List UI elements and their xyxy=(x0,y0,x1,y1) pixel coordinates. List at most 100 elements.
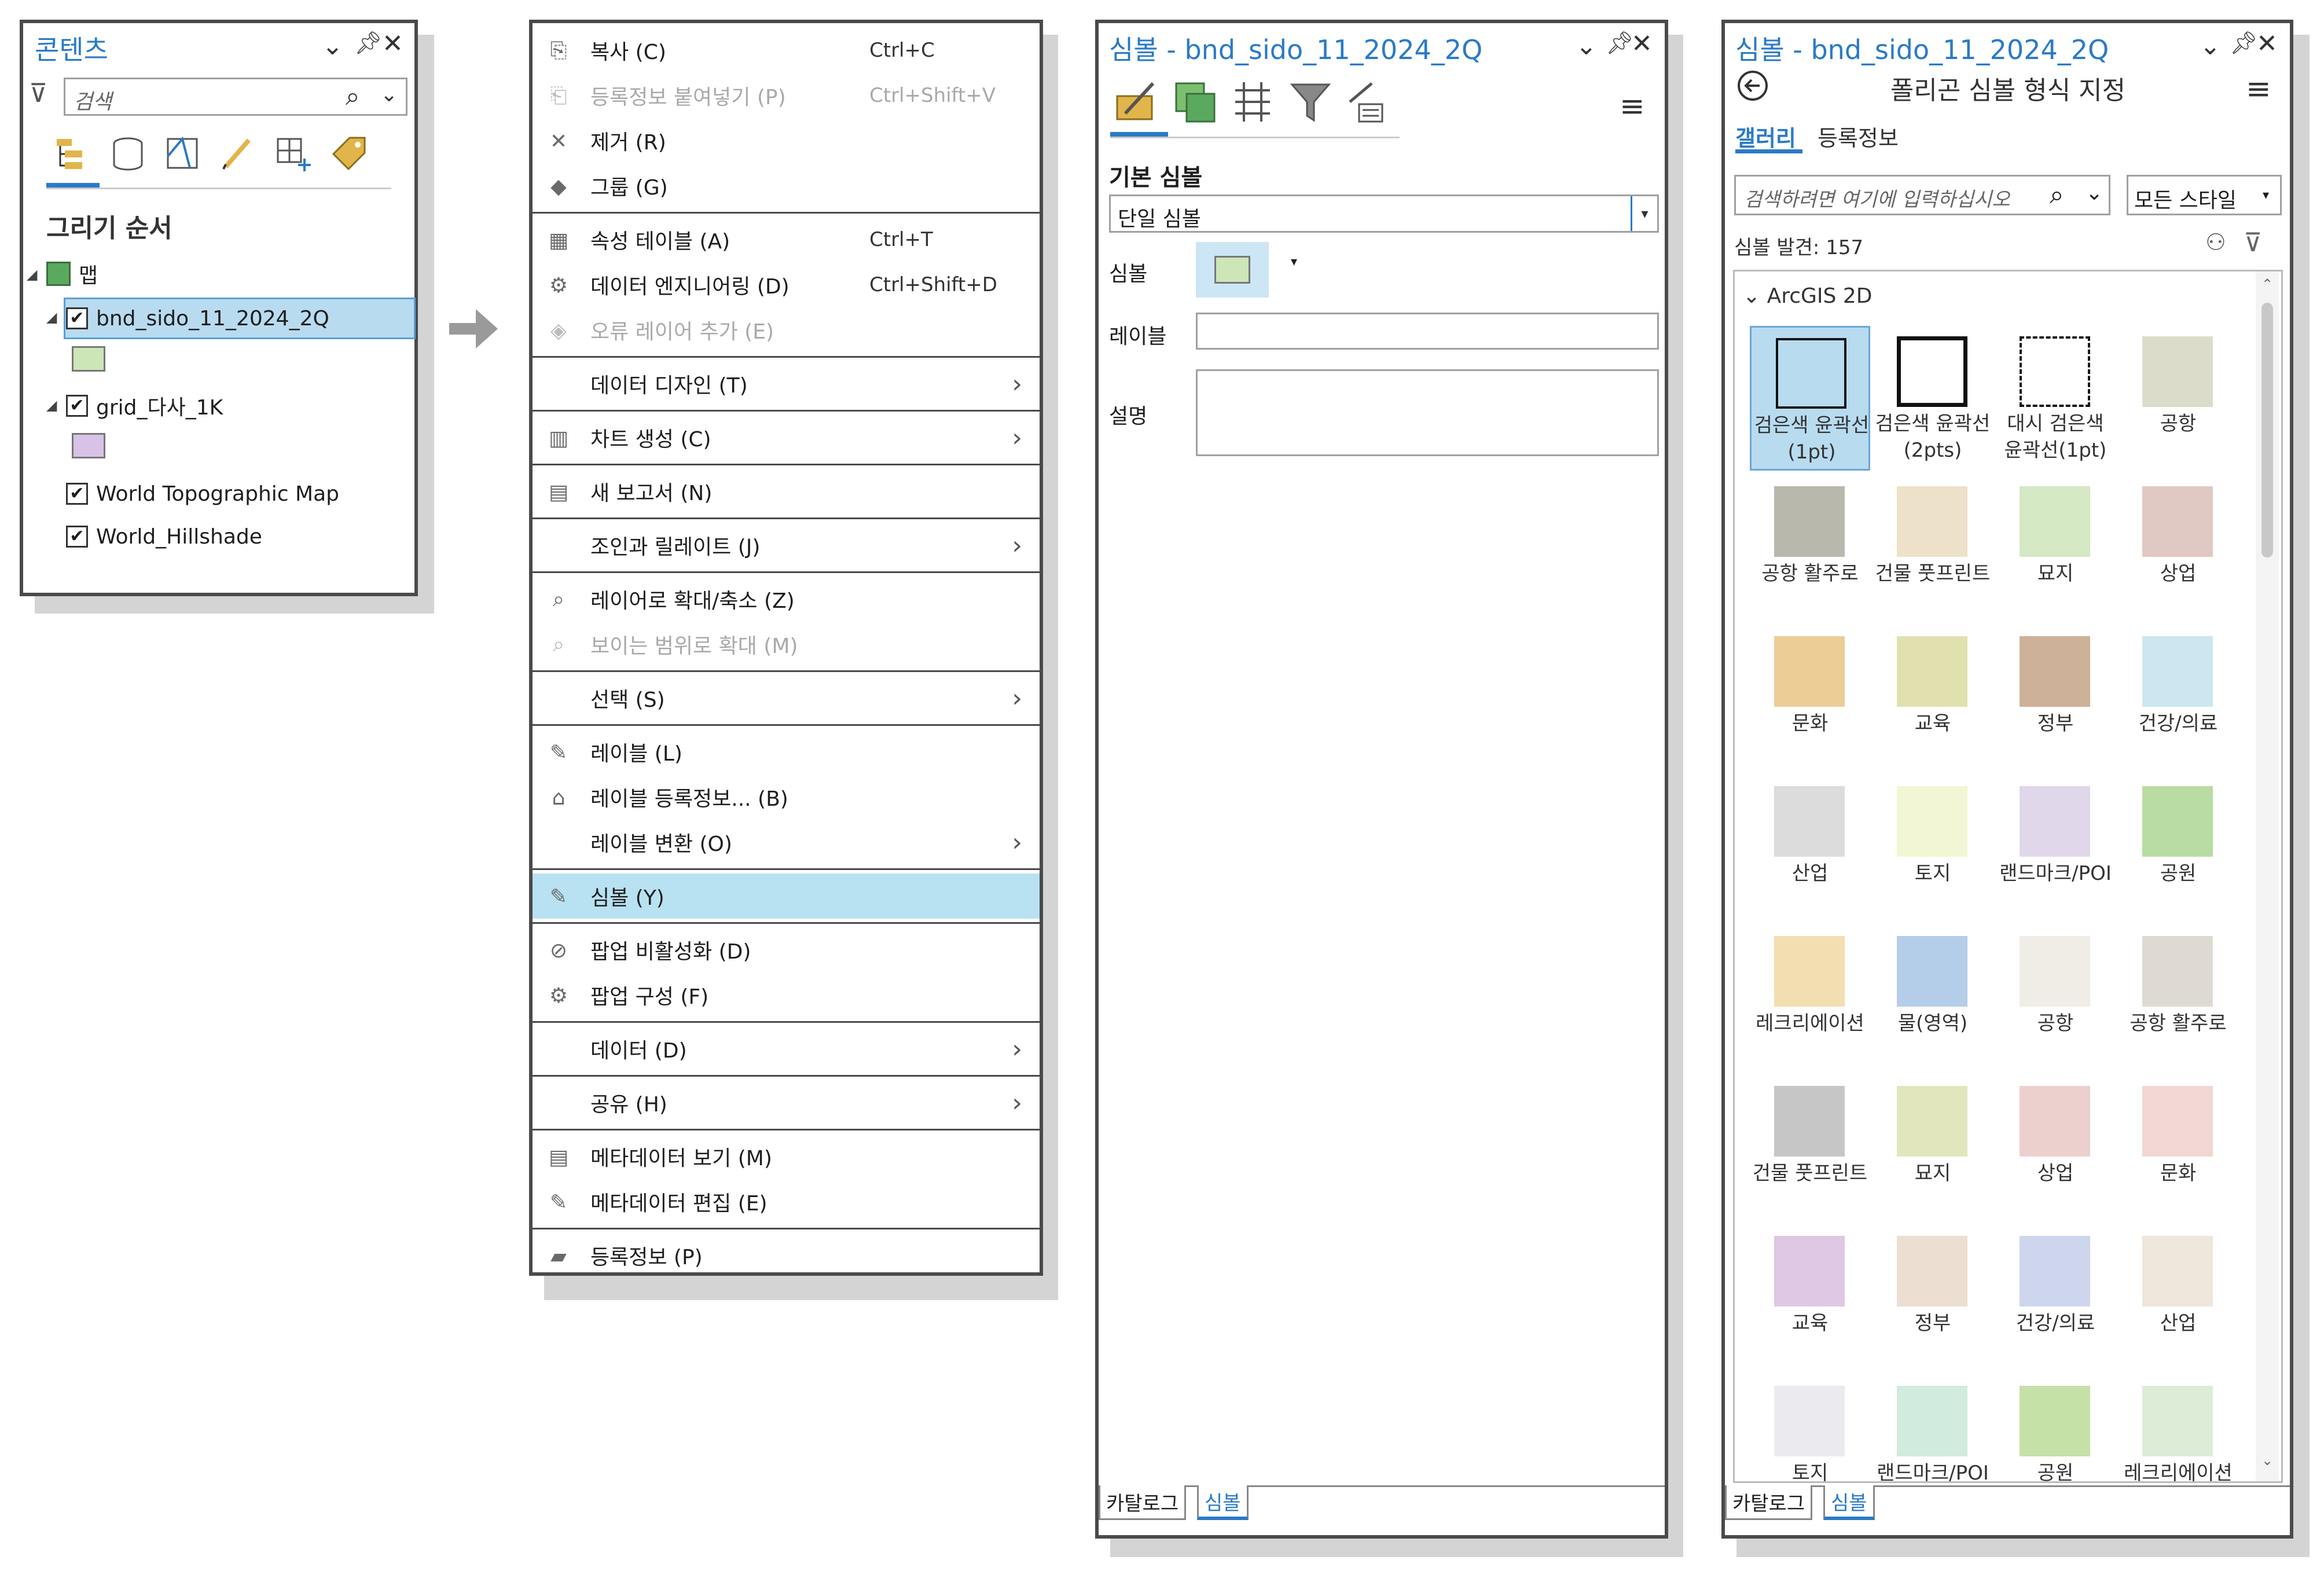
search-icon[interactable]: ⌕ xyxy=(346,82,360,111)
layer-symbol-swatch[interactable] xyxy=(72,346,105,372)
menu-item[interactable]: ⎘ 복사 (C) Ctrl+C xyxy=(533,28,1040,73)
gallery-group-header[interactable]: ⌄ ArcGIS 2D xyxy=(1743,284,1872,308)
menu-item[interactable]: ▰ 등록정보 (P) xyxy=(533,1233,1040,1278)
contents-search-input[interactable]: 검색 ⌕ ⌄ xyxy=(64,78,407,116)
menu-icon[interactable]: ≡ xyxy=(2246,72,2271,107)
gallery-symbol[interactable]: 산업 xyxy=(1750,776,1870,920)
menu-item[interactable]: ◈ 오류 레이어 추가 (E) xyxy=(533,307,1040,353)
menu-item[interactable]: ▥ 차트 생성 (C) › xyxy=(533,415,1040,460)
collapse-triangle-icon[interactable]: ◢ xyxy=(27,266,37,282)
symbol-picker-button[interactable] xyxy=(1196,242,1269,298)
layer-symbol-swatch[interactable] xyxy=(72,433,105,458)
map-node[interactable]: 맵 xyxy=(46,254,98,294)
menu-item[interactable]: ⌂ 레이블 등록정보... (B) xyxy=(533,775,1040,820)
symbology-method-select[interactable]: 단일 심볼 ▾ xyxy=(1109,194,1659,233)
properties-tab[interactable]: 등록정보 xyxy=(1818,120,1899,152)
layer-bnd-sido[interactable]: ✔ bnd_sido_11_2024_2Q xyxy=(66,298,329,339)
description-input[interactable] xyxy=(1196,369,1659,456)
collapse-triangle-icon[interactable]: ◢ xyxy=(46,397,57,413)
symbology-tab[interactable]: 심볼 xyxy=(1197,1485,1249,1520)
advanced-symbology-icon[interactable] xyxy=(1342,79,1388,125)
catalog-tab[interactable]: 카탈로그 xyxy=(1725,1485,1813,1520)
list-by-selection-icon[interactable] xyxy=(162,133,203,174)
scrollbar-thumb[interactable] xyxy=(2261,303,2273,557)
menu-item[interactable]: ✕ 제거 (R) xyxy=(533,118,1040,163)
menu-item[interactable]: ⚙ 팝업 구성 (F) xyxy=(533,972,1040,1018)
dropdown-arrow-icon[interactable]: ▾ xyxy=(2263,188,2269,203)
gallery-symbol[interactable]: 검은색 윤곽선(1pt) xyxy=(1750,326,1870,471)
menu-item[interactable]: ▦ 속성 테이블 (A) Ctrl+T xyxy=(533,217,1040,262)
gallery-symbol[interactable]: 레크리에이션 xyxy=(2118,1375,2238,1481)
gallery-symbol[interactable]: 교육 xyxy=(1873,626,1993,770)
layer-visibility-checkbox[interactable]: ✔ xyxy=(66,307,88,329)
chevron-down-icon[interactable]: ⌄ xyxy=(380,83,398,107)
menu-item[interactable]: 레이블 변환 (O) › xyxy=(533,820,1040,865)
gallery-scrollbar[interactable]: ⌃ ⌄ xyxy=(2256,271,2279,1481)
list-by-drawing-order-icon[interactable] xyxy=(52,133,93,174)
layer-grid[interactable]: ✔ grid_다사_1K xyxy=(66,386,223,426)
close-icon[interactable]: ✕ xyxy=(1631,29,1653,58)
gallery-symbol[interactable]: 건물 풋프린트 xyxy=(1873,476,1993,621)
gallery-symbol[interactable]: 건강/의료 xyxy=(1995,1225,2116,1370)
gallery-symbol[interactable]: 공원 xyxy=(1995,1375,2116,1481)
menu-item[interactable]: 조인과 릴레이트 (J) › xyxy=(533,523,1040,568)
close-icon[interactable]: ✕ xyxy=(2256,29,2278,58)
symbol-layer-drawing-icon[interactable] xyxy=(1229,79,1276,125)
layer-visibility-checkbox[interactable]: ✔ xyxy=(66,483,88,505)
gallery-symbol[interactable]: 묘지 xyxy=(1995,476,2116,621)
gallery-symbol[interactable]: 건강/의료 xyxy=(2118,626,2238,770)
menu-item[interactable]: ⎗ 등록정보 붙여넣기 (P) Ctrl+Shift+V xyxy=(533,73,1040,118)
gallery-symbol[interactable]: 랜드마크/POI xyxy=(1873,1375,1993,1481)
menu-item[interactable]: ▤ 새 보고서 (N) xyxy=(533,469,1040,514)
pin-icon[interactable]: 📌︎ xyxy=(2230,30,2257,56)
gallery-symbol[interactable]: 공항 xyxy=(1995,926,2116,1070)
scroll-up-icon[interactable]: ⌃ xyxy=(2261,276,2273,292)
gallery-symbol[interactable]: 토지 xyxy=(1873,776,1993,920)
gallery-symbol[interactable]: 공항 xyxy=(2118,326,2238,471)
display-filter-icon[interactable] xyxy=(1287,79,1334,125)
menu-item[interactable]: ⊘ 팝업 비활성화 (D) xyxy=(533,927,1040,972)
menu-item[interactable]: 공유 (H) › xyxy=(533,1080,1040,1125)
gallery-symbol[interactable]: 랜드마크/POI xyxy=(1995,776,2116,920)
gallery-symbol[interactable]: 교육 xyxy=(1750,1225,1870,1370)
pin-icon[interactable]: 📌︎ xyxy=(1606,30,1633,56)
gallery-symbol[interactable]: 문화 xyxy=(2118,1076,2238,1220)
scroll-down-icon[interactable]: ⌄ xyxy=(2261,1452,2273,1469)
menu-item[interactable]: ⚙ 데이터 엔지니어링 (D) Ctrl+Shift+D xyxy=(533,262,1040,307)
filter-icon[interactable]: ⊽ xyxy=(29,79,47,108)
collapse-triangle-icon[interactable]: ◢ xyxy=(46,309,57,325)
menu-item[interactable]: ✎ 레이블 (L) xyxy=(533,729,1040,775)
layer-visibility-checkbox[interactable]: ✔ xyxy=(66,526,88,548)
gallery-symbol[interactable]: 정부 xyxy=(1995,626,2116,770)
gallery-symbol[interactable]: 공항 활주로 xyxy=(2118,926,2238,1070)
gallery-symbol[interactable]: 묘지 xyxy=(1873,1076,1993,1220)
menu-item[interactable]: ⌕ 레이어로 확대/축소 (Z) xyxy=(533,577,1040,622)
symbology-tab[interactable]: 심볼 xyxy=(1823,1485,1875,1520)
chevron-down-icon[interactable]: ⌄ xyxy=(2086,181,2103,205)
gallery-symbol[interactable]: 정부 xyxy=(1873,1225,1993,1370)
menu-icon[interactable]: ≡ xyxy=(1620,89,1645,124)
close-icon[interactable]: ✕ xyxy=(382,29,403,58)
chevron-down-icon[interactable]: ⌄ xyxy=(1576,31,1597,61)
dropdown-arrow-icon[interactable]: ▾ xyxy=(1631,196,1657,231)
gallery-symbol[interactable]: 검은색 윤곽선(2pts) xyxy=(1873,326,1993,471)
gallery-symbol[interactable]: 토지 xyxy=(1750,1375,1870,1481)
style-select[interactable]: 모든 스타일 ▾ xyxy=(2127,175,2282,215)
vary-symbology-icon[interactable] xyxy=(1172,79,1218,125)
symbol-dropdown-icon[interactable]: ▾ xyxy=(1291,255,1297,269)
symbol-style-icon[interactable]: ⚇ xyxy=(2205,229,2226,256)
menu-item[interactable]: 선택 (S) › xyxy=(533,676,1040,721)
basemap-hillshade[interactable]: ✔ World_Hillshade xyxy=(66,516,262,557)
label-input[interactable] xyxy=(1196,313,1659,350)
menu-item[interactable]: ⌕ 보이는 범위로 확대 (M) xyxy=(533,622,1040,667)
menu-item[interactable]: ◆ 그룹 (G) xyxy=(533,163,1040,208)
layer-visibility-checkbox[interactable]: ✔ xyxy=(66,395,88,417)
menu-item[interactable]: 데이터 디자인 (T) › xyxy=(533,361,1040,406)
catalog-tab[interactable]: 카탈로그 xyxy=(1099,1485,1187,1520)
gallery-symbol[interactable]: 산업 xyxy=(2118,1225,2238,1370)
primary-symbology-icon[interactable] xyxy=(1114,79,1160,125)
gallery-symbol[interactable]: 물(영역) xyxy=(1873,926,1993,1070)
gallery-symbol[interactable]: 건물 풋프린트 xyxy=(1750,1076,1870,1220)
gallery-symbol[interactable]: 문화 xyxy=(1750,626,1870,770)
menu-item[interactable]: ▤ 메타데이터 보기 (M) xyxy=(533,1134,1040,1179)
